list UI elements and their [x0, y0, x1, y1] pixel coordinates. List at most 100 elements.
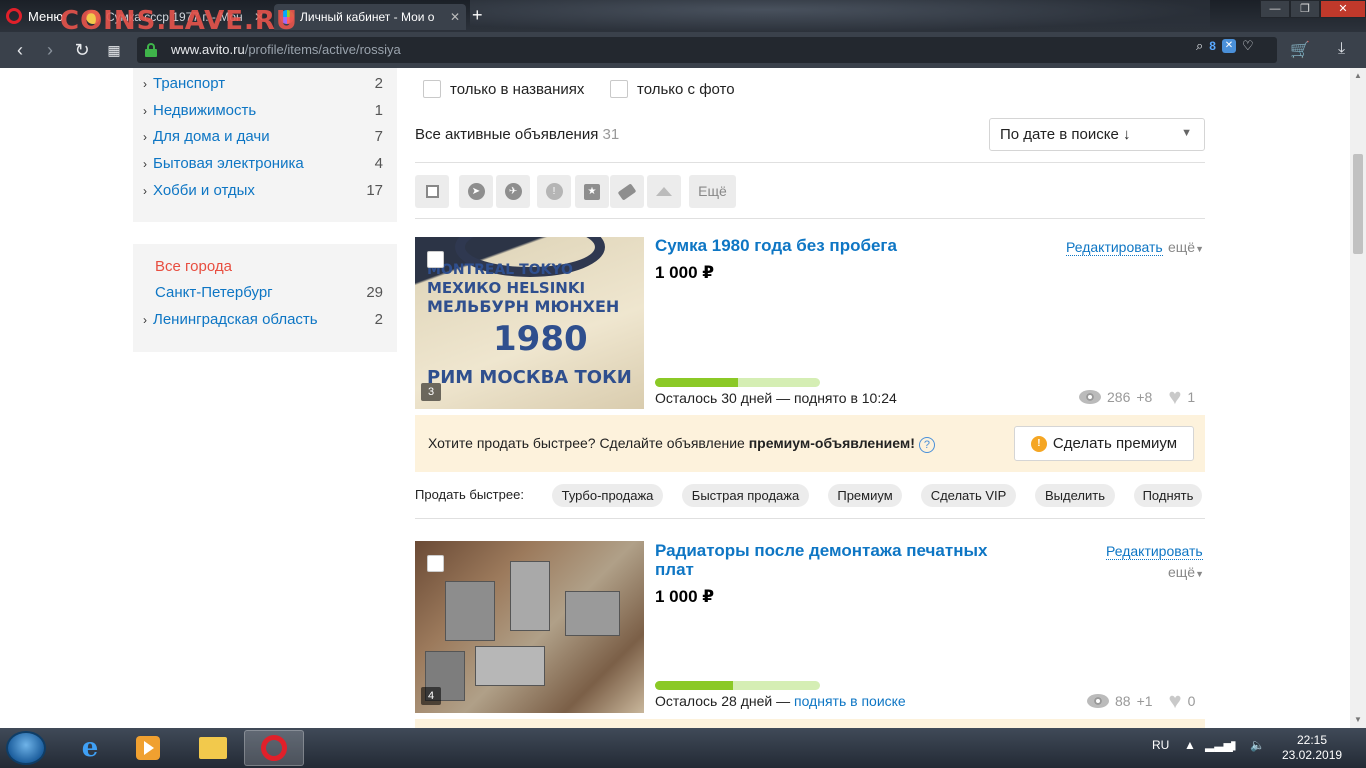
tray-arrow-icon[interactable]: ▲ — [1184, 738, 1196, 752]
folder-icon — [199, 737, 227, 759]
adblock-icon[interactable]: ✕ — [1221, 39, 1236, 53]
turbo-sale-chip[interactable]: Турбо-продажа — [552, 484, 663, 507]
views-icon — [1087, 694, 1109, 708]
page-content: › Транспорт 2 › Недвижимость 1 › Для дома и д… — [0, 68, 1350, 728]
with-photo-label: только с фото — [637, 81, 735, 98]
scroll-down-icon[interactable]: ▼ — [1350, 712, 1366, 728]
maximize-button[interactable]: ❐ — [1290, 0, 1320, 18]
windows-taskbar: e RU ▲ ▂▃▅ ▮ 🔈 22:15 23.02.2019 — [0, 728, 1366, 768]
highlight-chip[interactable]: Выделить — [1035, 484, 1115, 507]
photo-text: MONTREAL TOKYO — [427, 262, 573, 278]
progress-fill — [655, 681, 733, 690]
star-icon: ★ — [584, 183, 600, 200]
photo-text: МЕЛЬБУРН МЮНХЕН — [427, 297, 620, 316]
lock-icon — [145, 43, 157, 57]
fast-sale-button[interactable]: ✈ — [496, 175, 530, 208]
views-new: +8 — [1136, 389, 1153, 405]
system-clock[interactable]: 22:15 23.02.2019 — [1282, 733, 1342, 763]
fast-sale-chip[interactable]: Быстрая продажа — [682, 484, 809, 507]
url-text: www.avito.ru/profile/items/active/rossiy… — [171, 42, 401, 57]
cart-icon[interactable]: 🛒 — [1290, 40, 1310, 60]
taskbar-explorer[interactable] — [183, 730, 243, 766]
sidebar-category[interactable]: › Хобби и отдых 17 — [143, 182, 383, 202]
names-only-label: только в названиях — [450, 81, 585, 98]
item-title[interactable]: Сумка 1980 года без пробега — [655, 236, 897, 255]
radiator-shape — [445, 581, 495, 641]
sidebar-category[interactable]: › Транспорт 2 — [143, 75, 383, 95]
tabbar-background — [470, 0, 1210, 32]
url-field[interactable]: www.avito.ru/profile/items/active/rossiy… — [137, 37, 1277, 63]
all-cities-link[interactable]: Все города — [155, 258, 383, 278]
divider — [415, 518, 1205, 519]
city-link[interactable]: Санкт-Петербург 29 — [155, 284, 383, 304]
tab-label: Личный кабинет - Мои о — [300, 10, 435, 24]
adblock-count: 8 — [1209, 39, 1216, 53]
language-indicator[interactable]: RU — [1152, 738, 1169, 752]
taskbar-ie[interactable]: e — [60, 730, 120, 766]
item-title[interactable]: Радиаторы после демонтажа печатных плат — [655, 541, 1015, 579]
item-checkbox[interactable] — [427, 555, 444, 572]
network-icon[interactable]: ▂▃▅ — [1205, 738, 1233, 752]
premium-chip[interactable]: Премиум — [828, 484, 902, 507]
turbo-button[interactable]: ➤ — [459, 175, 493, 208]
scroll-up-icon[interactable]: ▲ — [1350, 68, 1366, 84]
item-checkbox[interactable] — [427, 251, 444, 268]
highlight-button[interactable] — [610, 175, 644, 208]
remaining-time: Осталось 28 дней — поднять в поиске — [655, 693, 906, 709]
start-button[interactable] — [6, 731, 46, 765]
more-actions-button[interactable]: Ещё — [689, 175, 736, 208]
browser-tab-profile[interactable]: Личный кабинет - Мои о ✕ — [274, 4, 466, 30]
sort-select[interactable]: По дате в поиске ↓ ▼ — [989, 118, 1205, 151]
item-stats: 286 +8 ♥ 1 — [1079, 386, 1195, 408]
item-photo[interactable]: 4 — [415, 541, 644, 713]
internet-explorer-icon: e — [81, 733, 99, 763]
zoom-search-icon[interactable]: ⌕ — [1196, 38, 1203, 54]
lifetime-progress — [655, 681, 820, 690]
bookmark-heart-icon[interactable]: ♡ — [1242, 38, 1254, 54]
close-window-button[interactable]: ✕ — [1320, 0, 1366, 18]
sidebar-category[interactable]: › Недвижимость 1 — [143, 102, 383, 122]
active-listings-summary: Все активные объявления 31 — [415, 126, 620, 143]
forward-icon[interactable]: › — [38, 38, 62, 62]
address-tools: ⌕ 8 ✕ ♡ — [1196, 38, 1254, 54]
raise-chip[interactable]: Поднять — [1134, 484, 1202, 507]
divider — [415, 218, 1205, 219]
raise-button[interactable] — [647, 175, 681, 208]
vip-chip[interactable]: Сделать VIP — [921, 484, 1016, 507]
premium-button[interactable]: ! — [537, 175, 571, 208]
reload-icon[interactable]: ↻ — [70, 38, 94, 62]
select-all-button[interactable] — [415, 175, 449, 208]
vip-button[interactable]: ★ — [575, 175, 609, 208]
download-icon[interactable]: ⤓ — [1338, 40, 1345, 58]
favorites-heart-icon: ♥ — [1168, 384, 1182, 409]
sidebar-category[interactable]: › Бытовая электроника 4 — [143, 155, 383, 175]
more-dropdown[interactable]: ещё▼ — [1168, 564, 1204, 580]
with-photo-checkbox[interactable] — [610, 80, 628, 98]
favorites-count: 1 — [1187, 389, 1196, 405]
remaining-time: Осталось 30 дней — поднято в 10:24 — [655, 390, 897, 406]
back-icon[interactable]: ‹ — [8, 38, 32, 62]
edit-link[interactable]: Редактировать — [1066, 239, 1163, 256]
city-link[interactable]: › Ленинградская область 2 — [143, 311, 383, 331]
views-icon — [1079, 390, 1101, 404]
page-scrollbar[interactable]: ▲ ▼ — [1350, 68, 1366, 728]
minimize-button[interactable]: — — [1260, 0, 1290, 18]
help-icon[interactable]: ? — [918, 437, 935, 453]
names-only-checkbox[interactable] — [423, 80, 441, 98]
volume-icon[interactable]: 🔈 — [1250, 738, 1265, 752]
item-photo[interactable]: MONTREAL TOKYO МЕХИКО HELSINKI МЕЛЬБУРН … — [415, 237, 644, 409]
make-premium-button[interactable]: ! Сделать премиум — [1014, 426, 1194, 461]
opera-menu-button[interactable]: Меню — [6, 5, 63, 27]
sidebar-category[interactable]: › Для дома и дачи 7 — [143, 128, 383, 148]
more-dropdown[interactable]: ещё▼ — [1168, 239, 1204, 255]
tab-close-icon[interactable]: ✕ — [450, 10, 460, 24]
battery-icon[interactable]: ▮ — [1230, 738, 1237, 752]
taskbar-opera[interactable] — [244, 730, 304, 766]
edit-link[interactable]: Редактировать — [1106, 543, 1203, 560]
chevron-right-icon: › — [143, 184, 147, 198]
raise-in-search-link[interactable]: поднять в поиске — [794, 693, 906, 709]
new-tab-button[interactable]: + — [472, 5, 483, 25]
speed-dial-icon[interactable]: ▦ — [102, 38, 126, 62]
taskbar-media-player[interactable] — [118, 730, 178, 766]
scrollbar-thumb[interactable] — [1353, 154, 1363, 254]
